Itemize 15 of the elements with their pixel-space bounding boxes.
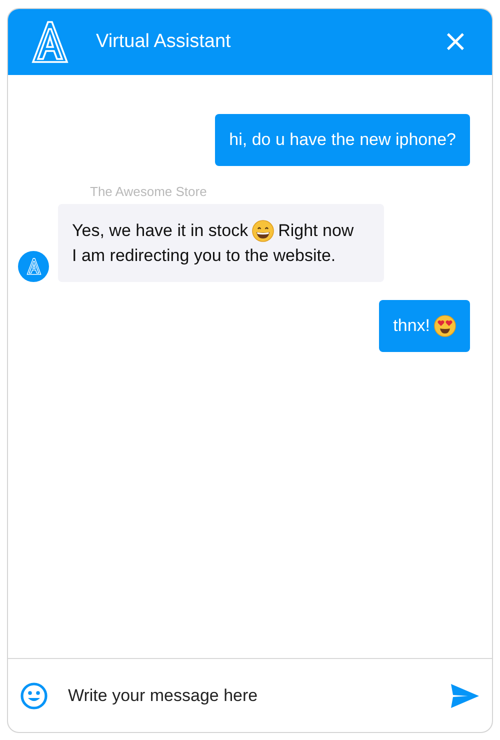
message-text: Right now: [278, 220, 354, 242]
logo-icon: [30, 21, 70, 63]
message-text: I am redirecting you to the website.: [72, 245, 336, 267]
heart-eyes-face-icon: [434, 314, 456, 336]
message-text: hi, do u have the new iphone?: [229, 129, 456, 151]
grinning-face-icon: [252, 220, 274, 242]
avatar-icon: [18, 251, 49, 282]
message-input[interactable]: Write your message here: [68, 682, 430, 710]
send-button[interactable]: [450, 682, 480, 708]
message-text: Yes, we have it in stock: [72, 220, 248, 242]
close-button[interactable]: ×: [438, 27, 472, 57]
sender-name: The Awesome Store: [90, 184, 207, 199]
message-text: thnx!: [393, 315, 430, 337]
smiley-icon[interactable]: [20, 682, 48, 710]
window-title: Virtual Assistant: [96, 31, 232, 53]
